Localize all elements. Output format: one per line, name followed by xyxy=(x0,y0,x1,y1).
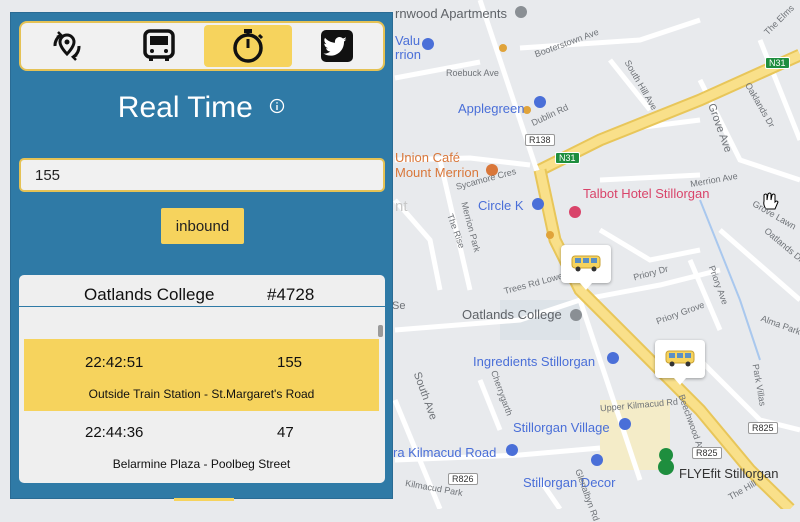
poi-pin-thornwood[interactable] xyxy=(515,6,527,18)
street-label: Se xyxy=(392,300,406,312)
road-shield: N31 xyxy=(765,57,790,69)
poi-label-union-cafe-line2: Mount Merrion xyxy=(395,165,479,180)
arrival-time: 22:42:51 xyxy=(85,354,144,371)
bus-icon xyxy=(143,29,175,61)
poi-pin-flyefit[interactable] xyxy=(658,448,674,476)
poi-pin-talbot[interactable] xyxy=(569,206,581,218)
twitter-button[interactable] xyxy=(293,25,381,67)
poi-label-applegreen: Applegreen xyxy=(458,101,525,116)
twitter-icon xyxy=(321,30,353,62)
road-shield: R825 xyxy=(692,447,722,459)
real-time-panel: Real Time inbound Oatlands College #4728… xyxy=(10,12,393,501)
panel-bottom-tab[interactable] xyxy=(174,498,234,501)
poi-label-oatlands: Oatlands College xyxy=(462,307,562,322)
panel-toolbar xyxy=(19,21,385,71)
real-time-button[interactable] xyxy=(204,25,292,67)
poi-pin-stillorgan-decor[interactable] xyxy=(591,454,603,466)
route-number-input[interactable] xyxy=(19,158,385,192)
arrival-row[interactable]: 22:44:36 47 Belarmine Plaza - Poolbeg St… xyxy=(24,409,379,481)
poi-label-flyefit: FLYEfit Stillorgan xyxy=(679,466,779,481)
road-shield: N31 xyxy=(555,152,580,164)
stop-header: Oatlands College #4728 xyxy=(19,275,385,307)
poi-label-valu-line2: rrion xyxy=(395,47,422,62)
poi-label-stillorgan-decor: Stillorgan Decor xyxy=(523,475,616,490)
poi-label-valu-line1: Valu xyxy=(395,33,421,48)
arrivals-list[interactable]: Oatlands College #4728 22:42:51 155 Outs… xyxy=(19,275,385,483)
poi-pin-ingredients[interactable] xyxy=(607,352,619,364)
poi-label-union-cafe: Union Café Mount Merrion xyxy=(395,150,479,180)
stream xyxy=(699,199,761,361)
page-title-text: Real Time xyxy=(117,91,253,124)
poi-label-stillorgan-village: Stillorgan Village xyxy=(513,420,610,435)
info-icon[interactable] xyxy=(269,88,285,122)
nearby-stops-button[interactable] xyxy=(23,25,111,67)
direction-toggle-button[interactable]: inbound xyxy=(161,208,244,244)
poi-label-ingredients: Ingredients Stillorgan xyxy=(473,354,596,369)
arrival-time: 22:44:36 xyxy=(85,424,144,441)
poi-pin-circle-k[interactable] xyxy=(532,198,544,210)
road-shield: R138 xyxy=(525,134,555,146)
poi-pin-valu[interactable] xyxy=(422,38,434,50)
road-shield: R825 xyxy=(748,422,778,434)
bus-marker[interactable] xyxy=(655,340,705,385)
bus-icon xyxy=(665,350,695,367)
nearby-stops-icon xyxy=(53,31,81,61)
stop-number: #4728 xyxy=(267,285,315,304)
arrival-row[interactable]: 22:42:51 155 Outside Train Station - St.… xyxy=(24,339,379,411)
poi-pin-oatlands[interactable] xyxy=(570,309,582,321)
poi-label-nt: nt xyxy=(395,198,408,215)
poi-label-kilmacud: ra Kilmacud Road xyxy=(393,445,497,460)
arrival-destination: Belarmine Plaza - Poolbeg Street xyxy=(112,457,291,471)
road-shield: R826 xyxy=(448,473,478,485)
poi-pin-applegreen[interactable] xyxy=(534,96,546,108)
page-title: Real Time xyxy=(11,91,392,126)
street-label: Roebuck Ave xyxy=(446,68,499,78)
poi-label-circle-k: Circle K xyxy=(478,198,524,213)
poi-pin-kilmacud[interactable] xyxy=(506,444,518,456)
poi-label-union-cafe-line1: Union Café xyxy=(395,150,461,165)
bus-routes-button[interactable] xyxy=(115,25,203,67)
poi-label-thornwood: rnwood Apartments xyxy=(395,6,508,21)
stop-name: Oatlands College xyxy=(84,285,215,304)
poi-label-valu: Valu rrion xyxy=(395,34,421,62)
scrollbar-thumb[interactable] xyxy=(378,325,383,337)
arrival-route: 155 xyxy=(277,354,303,371)
transit-dot xyxy=(546,231,554,239)
stopwatch-icon xyxy=(233,29,264,63)
poi-pin-stillorgan-village[interactable] xyxy=(619,418,631,430)
bus-marker[interactable] xyxy=(561,245,611,290)
bus-icon xyxy=(571,255,601,272)
arrival-destination: Outside Train Station - St.Margaret's Ro… xyxy=(88,387,315,401)
transit-dot xyxy=(499,44,507,52)
arrival-route: 47 xyxy=(277,424,294,441)
